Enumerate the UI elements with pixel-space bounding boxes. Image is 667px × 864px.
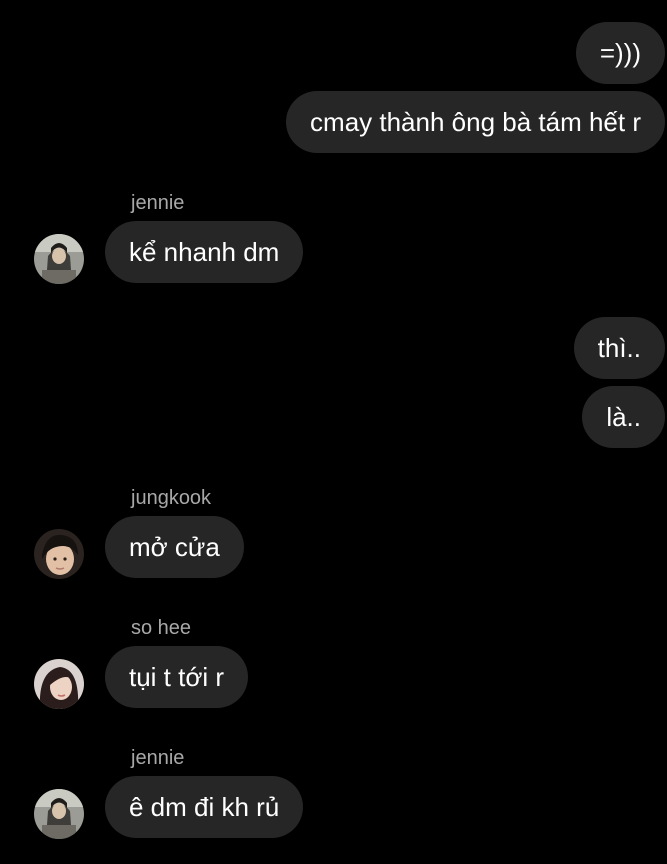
message-bubble-outgoing[interactable]: =))) — [575, 22, 665, 84]
sender-name: so hee — [131, 617, 192, 639]
message-bubble-incoming[interactable]: mở cửa — [105, 516, 244, 578]
message-bubble-incoming[interactable]: tụi t tới r — [105, 646, 249, 708]
sender-name: jungkook — [131, 487, 212, 509]
sohee-avatar-icon[interactable] — [34, 659, 84, 709]
message-bubble-outgoing[interactable]: cmay thành ông bà tám hết r — [286, 91, 665, 153]
message-bubble-incoming[interactable]: kể nhanh dm — [105, 221, 304, 283]
jennie-avatar-icon[interactable] — [34, 789, 84, 839]
message-bubble-outgoing[interactable]: là.. — [582, 386, 665, 448]
jennie-avatar-icon[interactable] — [34, 234, 84, 284]
message-bubble-outgoing[interactable]: thì.. — [573, 317, 665, 379]
sender-name: jennie — [131, 747, 185, 769]
sender-name: jennie — [131, 192, 185, 214]
jungkook-avatar-icon[interactable] — [34, 529, 84, 579]
message-bubble-incoming[interactable]: ê dm đi kh rủ — [105, 776, 304, 838]
